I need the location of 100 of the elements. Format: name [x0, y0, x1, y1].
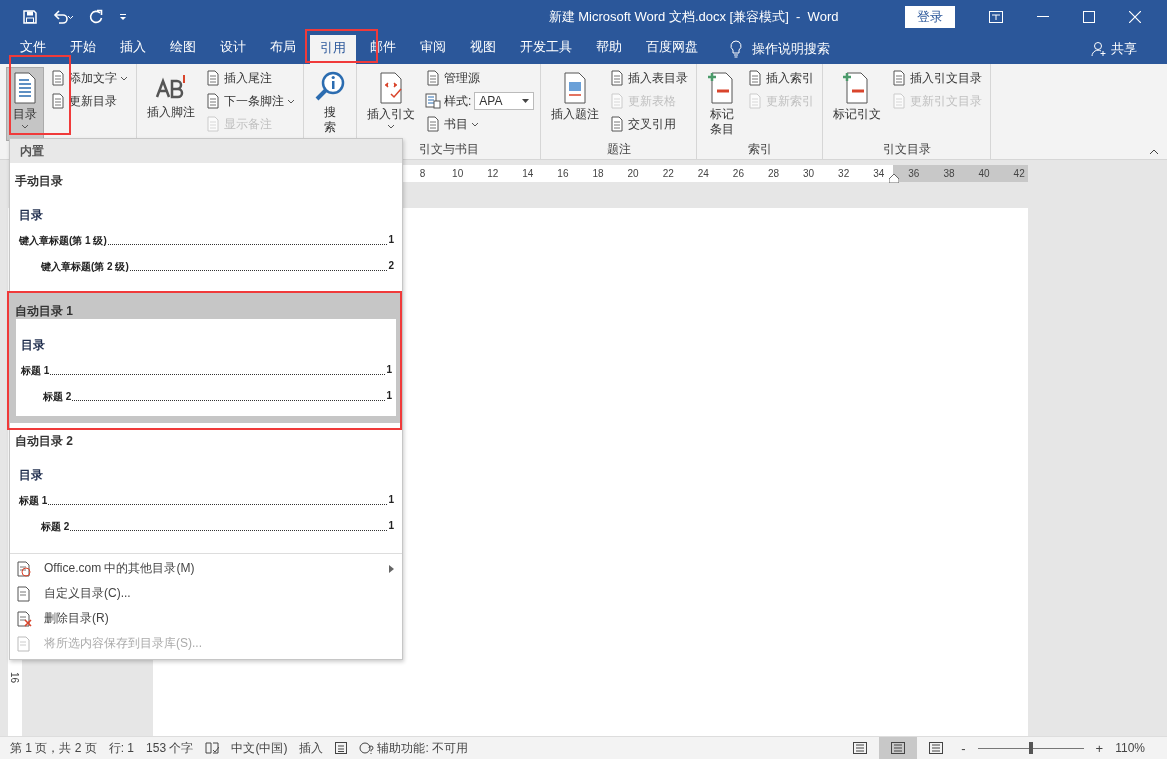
ribbon-tab[interactable]: 视图: [460, 33, 506, 64]
accessibility-status[interactable]: 辅助功能: 不可用: [377, 739, 469, 757]
ribbon-button[interactable]: 管理源: [423, 67, 535, 89]
toc-entry: 键入章标题(第 1 级) 1: [19, 234, 394, 248]
document-icon: [205, 70, 221, 86]
ribbon-button[interactable]: 下一条脚注: [203, 90, 297, 112]
caret-icon: [287, 98, 295, 104]
line-number[interactable]: 行: 1: [108, 739, 135, 757]
ruler-number: 40: [977, 168, 991, 179]
menu-item[interactable]: 删除目录(R): [10, 606, 402, 631]
ribbon-tab[interactable]: 布局: [260, 33, 306, 64]
ribbon-button[interactable]: 插入引文: [363, 67, 419, 141]
proofing-icon[interactable]: [205, 742, 220, 754]
document-icon: [425, 116, 441, 132]
menu-item[interactable]: Office.com 中的其他目录(M): [10, 556, 402, 581]
document-icon: [891, 93, 908, 109]
toc-entry: 标题 1 1: [19, 494, 394, 508]
style-label: 样式:: [444, 92, 472, 110]
ribbon-button[interactable]: 更新目录: [48, 90, 130, 112]
page-count[interactable]: 第 1 页，共 2 页: [10, 739, 97, 757]
ribbon-tab[interactable]: 文件: [10, 33, 56, 64]
zoom-thumb[interactable]: [1028, 742, 1033, 754]
ruler-number: 34: [872, 168, 886, 179]
minimize-icon[interactable]: [1037, 15, 1049, 18]
undo-icon[interactable]: [52, 8, 74, 25]
preview-heading: 目录: [19, 467, 44, 484]
redo-icon[interactable]: [88, 8, 104, 25]
macro-icon[interactable]: [335, 742, 348, 754]
ribbon-display-icon[interactable]: [989, 10, 1003, 23]
menu-section-header: 内置: [10, 139, 402, 163]
toc-entry: 标题 2 1: [42, 390, 392, 404]
ribbon-button[interactable]: 插入尾注: [203, 67, 297, 89]
toc-gallery-item[interactable]: 手动目录 目录 键入章标题(第 1 级) 1 键入章标题(第 2 级) 2: [10, 163, 402, 293]
ribbon-button[interactable]: 书目: [423, 113, 535, 135]
gallery-item-title: 手动目录: [14, 173, 64, 189]
web-layout-icon: [929, 742, 944, 754]
person-icon: [1091, 40, 1107, 57]
toc-entry: 标题 2 1: [40, 520, 394, 534]
ribbon-tab[interactable]: 引用: [310, 35, 356, 64]
ribbon-tab[interactable]: 开始: [60, 33, 106, 64]
group-label: 引文与书目: [417, 141, 480, 158]
ribbon-button[interactable]: 插入题注: [547, 67, 604, 141]
ribbon-tab[interactable]: 插入: [110, 33, 156, 64]
caret-icon: [120, 75, 128, 81]
document-icon: [205, 116, 221, 132]
accessibility-icon[interactable]: [359, 741, 376, 755]
customize-icon[interactable]: [118, 11, 128, 22]
view-button[interactable]: [879, 737, 918, 759]
ruler-number: 16: [9, 671, 21, 684]
caret-icon: [471, 121, 479, 127]
ribbon-tab[interactable]: 绘图: [160, 33, 206, 64]
zoom-slider[interactable]: [977, 742, 1084, 754]
zoom-out-button[interactable]: -: [961, 740, 966, 756]
ribbon-button[interactable]: 插入引文目录: [889, 67, 985, 89]
document-icon: [747, 93, 764, 109]
gallery-item-title: 自动目录 2: [14, 433, 74, 449]
ribbon-button[interactable]: 插入索引: [745, 67, 817, 89]
ribbon-button[interactable]: 标记 条目: [703, 67, 742, 141]
save-icon[interactable]: [22, 8, 38, 25]
indent-marker-icon[interactable]: [889, 174, 899, 183]
ribbon-tab[interactable]: 帮助: [586, 33, 632, 64]
ribbon-button[interactable]: 标记引文: [829, 67, 886, 141]
menu-item[interactable]: 自定义目录(C)...: [10, 581, 402, 606]
document-icon: [609, 116, 626, 132]
login-button[interactable]: 登录: [905, 5, 955, 28]
ribbon-tab[interactable]: 审阅: [410, 33, 456, 64]
ruler-number: 8: [418, 168, 427, 179]
ruler-number: 28: [766, 168, 781, 179]
preview-heading: 目录: [21, 337, 46, 354]
word-count[interactable]: 153 个字: [146, 739, 194, 757]
close-icon[interactable]: [1129, 10, 1141, 23]
document-icon: [425, 70, 441, 86]
zoom-in-button[interactable]: +: [1095, 740, 1104, 756]
toc-entry: 键入章标题(第 2 级) 2: [40, 260, 394, 274]
ruler-number: 42: [1012, 168, 1026, 179]
maximize-icon[interactable]: [1083, 10, 1095, 23]
ribbon-button[interactable]: 搜 索: [310, 67, 350, 141]
zoom-percent[interactable]: 110%: [1115, 741, 1167, 755]
read-mode-icon: [853, 742, 868, 754]
ribbon-button[interactable]: 插入脚注: [143, 67, 199, 141]
preview-heading: 目录: [19, 207, 44, 224]
ribbon-tab[interactable]: 设计: [210, 33, 256, 64]
ribbon-tab[interactable]: 开发工具: [510, 33, 582, 64]
language[interactable]: 中文(中国): [231, 739, 288, 757]
ruler-number: 30: [802, 168, 816, 179]
ruler-number: 18: [591, 168, 605, 179]
document-icon: [16, 585, 32, 602]
caret-icon: [21, 124, 29, 129]
ribbon-tab[interactable]: 百度网盘: [636, 33, 708, 64]
ruler-number: 38: [942, 168, 956, 179]
document-icon: [609, 70, 626, 86]
document-icon: [50, 70, 66, 86]
style-dropdown[interactable]: APA: [474, 92, 535, 110]
collapse-ribbon-icon[interactable]: [1149, 149, 1159, 155]
ribbon-button[interactable]: 插入表目录: [607, 67, 691, 89]
share-button[interactable]: 共享: [1085, 33, 1143, 64]
insert-mode[interactable]: 插入: [299, 739, 324, 757]
ribbon-button[interactable]: 目录: [6, 67, 44, 141]
ribbon-button[interactable]: 交叉引用: [607, 113, 691, 135]
tell-me-search[interactable]: 操作说明搜索: [752, 39, 830, 58]
